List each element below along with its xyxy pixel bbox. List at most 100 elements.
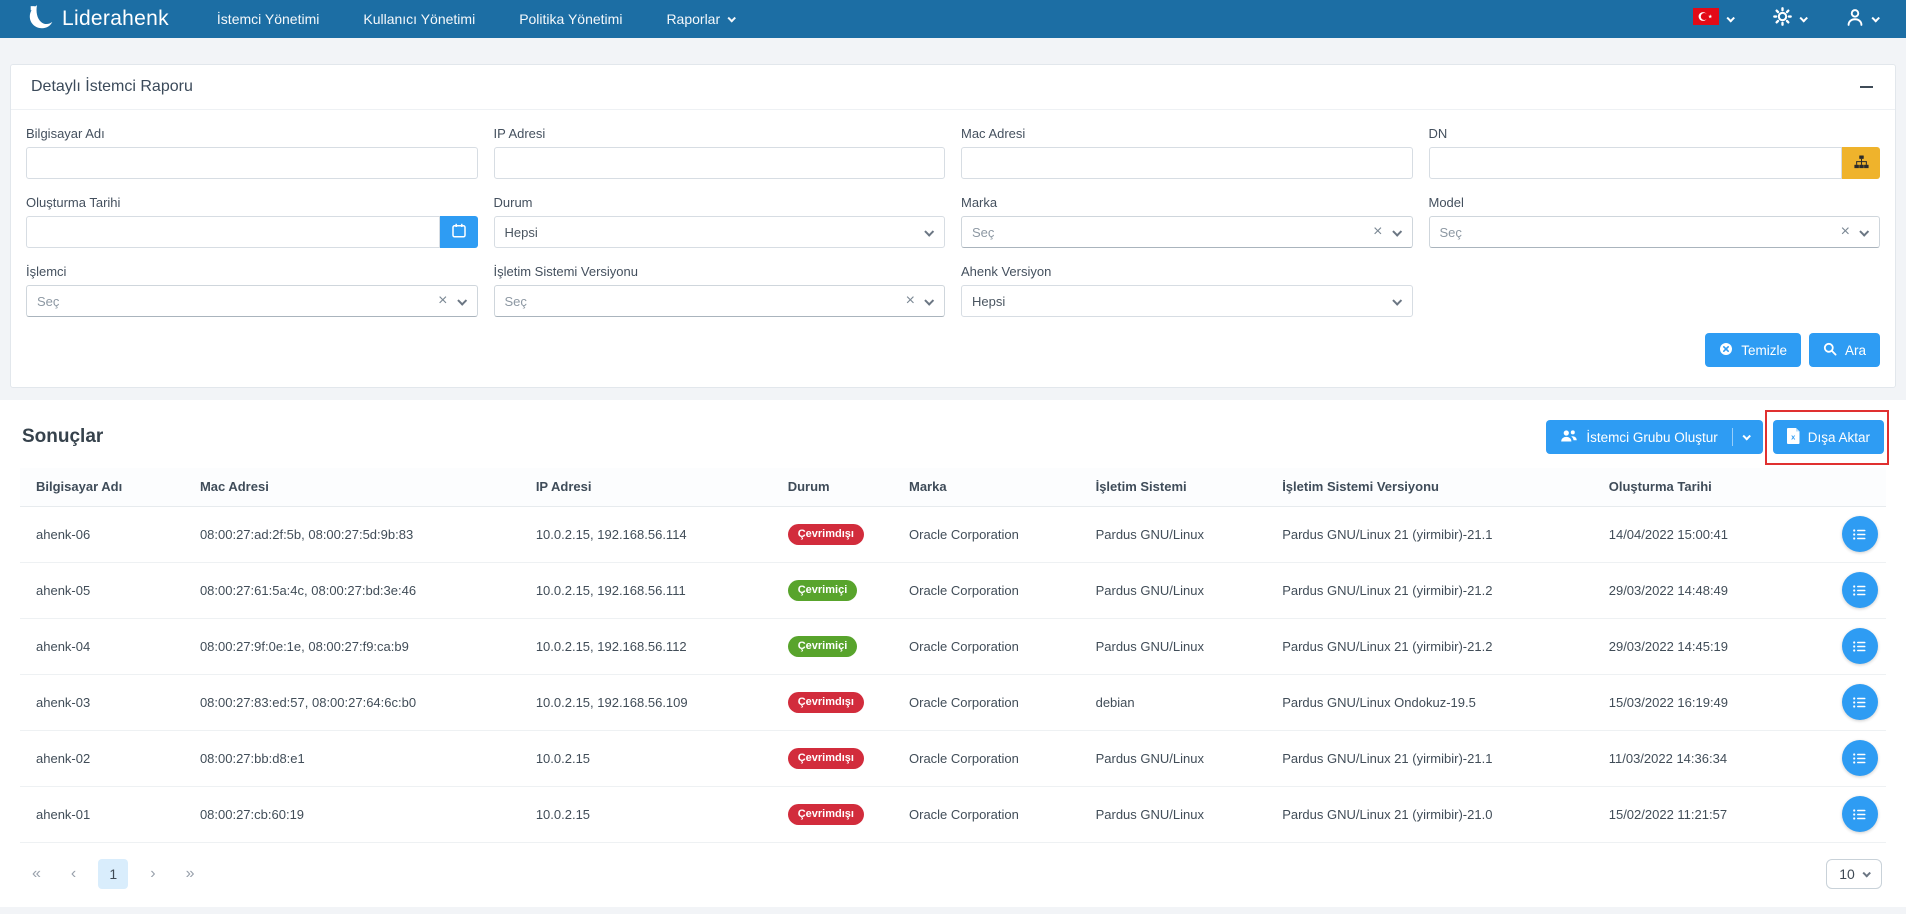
liderahenk-logo-icon bbox=[28, 3, 55, 35]
field-label: Durum bbox=[494, 195, 946, 210]
field-label: Model bbox=[1429, 195, 1881, 210]
nav-item-raporlar[interactable]: Raporlar bbox=[666, 11, 734, 27]
nav-item-label: Politika Yönetimi bbox=[519, 11, 622, 27]
button-divider bbox=[1732, 428, 1733, 446]
brand-multiselect[interactable]: Seç × bbox=[961, 216, 1413, 248]
cell-brand: Oracle Corporation bbox=[897, 562, 1084, 618]
field-durum: Durum Hepsi bbox=[494, 195, 946, 248]
last-page-button[interactable]: » bbox=[178, 861, 203, 887]
computer-name-input[interactable] bbox=[26, 147, 478, 179]
calendar-button[interactable] bbox=[440, 216, 478, 248]
collapse-panel-button[interactable] bbox=[1857, 78, 1875, 96]
table-row: ahenk-01 08:00:27:cb:60:19 10.0.2.15 Çev… bbox=[20, 786, 1886, 842]
row-actions-button[interactable] bbox=[1842, 516, 1878, 552]
creation-date-input[interactable] bbox=[26, 216, 440, 248]
selected-value: Hepsi bbox=[505, 225, 538, 240]
column-header-isletim-sistemi-versiyonu: İşletim Sistemi Versiyonu bbox=[1270, 468, 1597, 506]
list-icon bbox=[1852, 807, 1867, 822]
cell-os: Pardus GNU/Linux bbox=[1084, 730, 1271, 786]
row-actions-button[interactable] bbox=[1842, 740, 1878, 776]
cell-brand: Oracle Corporation bbox=[897, 786, 1084, 842]
chevron-down-icon bbox=[728, 14, 736, 22]
search-button-label: Ara bbox=[1845, 343, 1866, 358]
cell-mac: 08:00:27:61:5a:4c, 08:00:27:bd:3e:46 bbox=[188, 562, 524, 618]
clear-selection-icon[interactable]: × bbox=[1841, 224, 1860, 240]
model-multiselect[interactable]: Seç × bbox=[1429, 216, 1881, 248]
cell-ip: 10.0.2.15, 192.168.56.109 bbox=[524, 674, 776, 730]
nav-item-label: İstemci Yönetimi bbox=[217, 11, 319, 27]
field-isletim-sistemi-versiyonu: İşletim Sistemi Versiyonu Seç × bbox=[494, 264, 946, 317]
field-label: IP Adresi bbox=[494, 126, 946, 141]
cell-created: 15/03/2022 16:19:49 bbox=[1597, 674, 1830, 730]
cell-created: 29/03/2022 14:45:19 bbox=[1597, 618, 1830, 674]
processor-multiselect[interactable]: Seç × bbox=[26, 285, 478, 317]
create-client-group-button[interactable]: İstemci Grubu Oluştur bbox=[1546, 420, 1762, 454]
table-header-row: Bilgisayar Adı Mac Adresi IP Adresi Duru… bbox=[20, 468, 1886, 506]
ip-address-input[interactable] bbox=[494, 147, 946, 179]
user-menu[interactable] bbox=[1846, 8, 1878, 31]
status-badge: Çevrimdışı bbox=[788, 692, 864, 713]
chevron-down-icon bbox=[924, 295, 934, 305]
results-section: Sonuçlar İstemci Grubu Oluştur x Dışa Ak… bbox=[0, 400, 1906, 907]
pager: « ‹ 1 › » bbox=[24, 859, 202, 889]
os-version-multiselect[interactable]: Seç × bbox=[494, 285, 946, 317]
status-select[interactable]: Hepsi bbox=[494, 216, 946, 248]
dn-input[interactable] bbox=[1429, 147, 1843, 179]
cell-created: 15/02/2022 11:21:57 bbox=[1597, 786, 1830, 842]
table-row: ahenk-03 08:00:27:83:ed:57, 08:00:27:64:… bbox=[20, 674, 1886, 730]
column-header-bilgisayar-adi: Bilgisayar Adı bbox=[20, 468, 188, 506]
cell-computer-name: ahenk-05 bbox=[20, 562, 188, 618]
field-islemci: İşlemci Seç × bbox=[26, 264, 478, 317]
ahenk-version-select[interactable]: Hepsi bbox=[961, 285, 1413, 317]
cell-os: Pardus GNU/Linux bbox=[1084, 618, 1271, 674]
chevron-down-icon bbox=[1392, 295, 1402, 305]
table-row: ahenk-05 08:00:27:61:5a:4c, 08:00:27:bd:… bbox=[20, 562, 1886, 618]
cell-os: Pardus GNU/Linux bbox=[1084, 562, 1271, 618]
export-button[interactable]: x Dışa Aktar bbox=[1773, 420, 1884, 454]
row-actions-button[interactable] bbox=[1842, 572, 1878, 608]
user-icon bbox=[1846, 8, 1864, 31]
cell-brand: Oracle Corporation bbox=[897, 506, 1084, 562]
nav-item-label: Raporlar bbox=[666, 11, 720, 27]
nav-item-kullanici-yonetimi[interactable]: Kullanıcı Yönetimi bbox=[363, 11, 475, 27]
field-label: İşlemci bbox=[26, 264, 478, 279]
clear-button[interactable]: Temizle bbox=[1705, 333, 1801, 367]
clear-selection-icon[interactable]: × bbox=[906, 293, 925, 309]
chevron-down-icon bbox=[1859, 226, 1869, 236]
row-actions-button[interactable] bbox=[1842, 684, 1878, 720]
previous-page-button[interactable]: ‹ bbox=[63, 861, 84, 887]
field-dn: DN bbox=[1429, 126, 1881, 179]
brand[interactable]: Liderahenk bbox=[28, 3, 169, 35]
next-page-button[interactable]: › bbox=[142, 861, 163, 887]
cell-ip: 10.0.2.15, 192.168.56.111 bbox=[524, 562, 776, 618]
row-actions-button[interactable] bbox=[1842, 628, 1878, 664]
nav-item-politika-yonetimi[interactable]: Politika Yönetimi bbox=[519, 11, 622, 27]
language-selector[interactable] bbox=[1693, 8, 1733, 30]
create-group-label: İstemci Grubu Oluştur bbox=[1586, 430, 1717, 445]
clear-selection-icon[interactable]: × bbox=[1373, 224, 1392, 240]
field-label: Marka bbox=[961, 195, 1413, 210]
clear-selection-icon[interactable]: × bbox=[438, 293, 457, 309]
page-size-select[interactable]: 10 bbox=[1826, 859, 1882, 889]
settings-menu[interactable] bbox=[1773, 7, 1806, 31]
status-badge: Çevrimiçi bbox=[788, 636, 858, 657]
calendar-icon bbox=[452, 223, 466, 241]
first-page-button[interactable]: « bbox=[24, 861, 49, 887]
cell-computer-name: ahenk-01 bbox=[20, 786, 188, 842]
chevron-down-icon bbox=[1392, 226, 1402, 236]
minus-icon bbox=[1860, 86, 1873, 88]
table-row: ahenk-04 08:00:27:9f:0e:1e, 08:00:27:f9:… bbox=[20, 618, 1886, 674]
row-actions-button[interactable] bbox=[1842, 796, 1878, 832]
current-page-button[interactable]: 1 bbox=[98, 859, 128, 889]
field-ip-adresi: IP Adresi bbox=[494, 126, 946, 179]
clear-circle-icon bbox=[1719, 342, 1733, 359]
cell-computer-name: ahenk-03 bbox=[20, 674, 188, 730]
mac-address-input[interactable] bbox=[961, 147, 1413, 179]
dn-tree-picker-button[interactable] bbox=[1842, 147, 1880, 179]
nav-item-istemci-yonetimi[interactable]: İstemci Yönetimi bbox=[217, 11, 319, 27]
filter-panel-body: Bilgisayar Adı IP Adresi Mac Adresi DN bbox=[11, 110, 1895, 387]
results-header: Sonuçlar İstemci Grubu Oluştur x Dışa Ak… bbox=[20, 416, 1886, 454]
brand-text: Liderahenk bbox=[62, 7, 169, 31]
search-button[interactable]: Ara bbox=[1809, 333, 1880, 367]
filter-actions: Temizle Ara bbox=[26, 333, 1880, 367]
